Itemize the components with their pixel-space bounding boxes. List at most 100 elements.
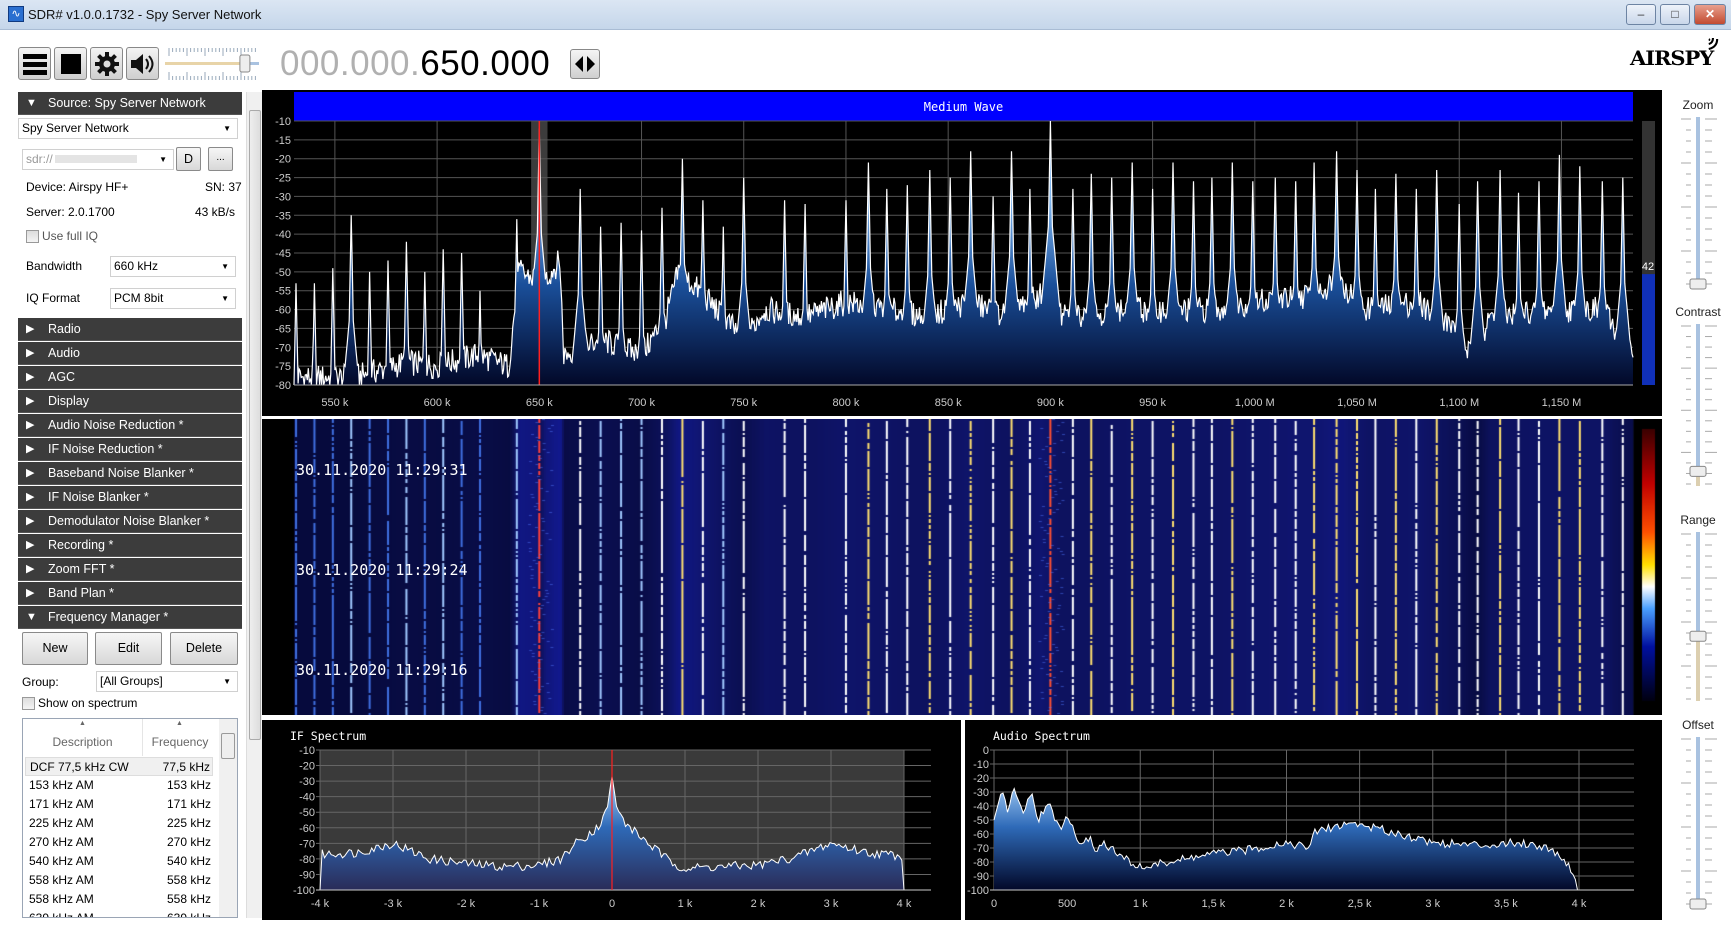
offset-slider-thumb[interactable] <box>1689 898 1707 910</box>
list-item[interactable]: 270 kHz AM 270 kHz <box>25 833 213 852</box>
list-item[interactable]: 558 kHz AM 558 kHz <box>25 890 213 909</box>
stop-icon <box>60 53 81 74</box>
more-button[interactable]: ... <box>208 147 233 171</box>
panel-baseband-noise-blanker[interactable]: ▶ Baseband Noise Blanker * <box>18 462 242 485</box>
menu-button[interactable] <box>18 47 51 80</box>
contrast-slider[interactable] <box>1665 320 1731 490</box>
spectrum-analyzer[interactable]: Medium Wave -10 -15 -20 -25 -30 -35 -40 -45 -50 -5… <box>262 90 1662 416</box>
list-item[interactable]: 558 kHz AM 558 kHz <box>25 871 213 890</box>
list-item[interactable]: 540 kHz AM 540 kHz <box>25 852 213 871</box>
delete-button[interactable]: Delete <box>170 632 238 665</box>
list-item[interactable]: 153 kHz AM 153 kHz <box>25 776 213 795</box>
y-tick-label: -70 <box>275 342 291 354</box>
panel-audio-noise-reduction[interactable]: ▶ Audio Noise Reduction * <box>18 414 242 437</box>
range-slider[interactable] <box>1665 528 1731 705</box>
panel-recording[interactable]: ▶ Recording * <box>18 534 242 557</box>
panel-band-plan[interactable]: ▶ Band Plan * <box>18 582 242 605</box>
audio-button[interactable] <box>126 47 159 80</box>
zoom-slider[interactable] <box>1665 113 1731 290</box>
frequency-digits[interactable]: 650.000 <box>420 44 550 83</box>
x-tick-label: 4 k <box>1572 898 1587 910</box>
x-tick-label: 600 k <box>424 397 451 409</box>
chevron-down-icon: ▼ <box>221 262 229 271</box>
x-tick-label: 2,5 k <box>1348 898 1372 910</box>
offset-label: Offset <box>1682 718 1714 732</box>
x-tick-label: -2 k <box>457 898 476 910</box>
server-uri-dropdown[interactable]: sdr://▼ <box>22 149 174 170</box>
x-tick-label: 3,5 k <box>1494 898 1518 910</box>
panel-zoom-fft[interactable]: ▶ Zoom FFT * <box>18 558 242 581</box>
frequency-display[interactable]: 000.000.650.000 <box>280 44 550 84</box>
panel-if-noise-reduction[interactable]: ▶ IF Noise Reduction * <box>18 438 242 461</box>
close-button[interactable]: ✕ <box>1694 4 1726 25</box>
title-bar: ∿ SDR# v1.0.0.1732 - Spy Server Network … <box>0 0 1731 30</box>
panel-display[interactable]: ▶ Display <box>18 390 242 413</box>
volume-track <box>165 48 259 80</box>
audio-spectrum[interactable]: Audio Spectrum 0 -10 -20 -30 -40 -50 -60 -70 -80 -… <box>965 720 1662 920</box>
edit-button[interactable]: Edit <box>95 632 162 665</box>
frequency-leading-digits[interactable]: 000.000. <box>280 44 420 83</box>
stop-button[interactable] <box>54 47 87 80</box>
zoom-slider-thumb[interactable] <box>1689 278 1707 290</box>
panel-agc[interactable]: ▶ AGC <box>18 366 242 389</box>
contrast-slider-thumb[interactable] <box>1689 465 1707 477</box>
y-tick-label: -40 <box>299 792 315 804</box>
iq-format-dropdown[interactable]: PCM 8bit ▼ <box>110 288 236 309</box>
y-tick-label: -10 <box>299 745 315 757</box>
list-scrollbar-thumb[interactable] <box>221 733 235 759</box>
volume-slider[interactable] <box>163 46 263 82</box>
y-tick-label: -60 <box>299 823 315 835</box>
tuning-step-button[interactable] <box>570 49 600 79</box>
bandwidth-dropdown[interactable]: 660 kHz ▼ <box>110 256 236 277</box>
expand-triangle-icon: ▶ <box>26 347 35 359</box>
list-item[interactable]: 225 kHz AM 225 kHz <box>25 814 213 833</box>
y-tick-label: -65 <box>275 323 291 335</box>
collapse-triangle-icon: ▼ <box>26 611 37 623</box>
range-slider-thumb[interactable] <box>1689 630 1707 642</box>
show-on-spectrum-checkbox[interactable] <box>22 697 35 710</box>
connect-button[interactable]: D <box>176 147 201 171</box>
frequency-manager-header[interactable]: ▼ Frequency Manager * <box>18 606 242 629</box>
panel-scrollbar-thumb[interactable] <box>249 110 261 740</box>
minimize-button[interactable]: – <box>1626 4 1656 25</box>
new-button[interactable]: New <box>22 632 88 665</box>
panel-radio[interactable]: ▶ Radio <box>18 318 242 341</box>
y-tick-label: -30 <box>299 776 315 788</box>
y-tick-label: -45 <box>275 248 291 260</box>
expand-triangle-icon: ▶ <box>26 587 35 599</box>
column-header-frequency[interactable]: ▲ Frequency <box>143 719 217 756</box>
maximize-button[interactable]: □ <box>1660 4 1690 25</box>
if-spectrum[interactable]: IF Spectrum -10 -20 -30 -40 -50 -60 -70 -80 -90 -1… <box>262 720 961 920</box>
x-tick-label: 1,050 M <box>1337 397 1377 409</box>
panel-scrollbar[interactable] <box>246 92 262 918</box>
y-tick-label: -55 <box>275 286 291 298</box>
x-tick-label: 700 k <box>628 397 655 409</box>
list-item[interactable]: DCF 77,5 kHz CW 77,5 kHz <box>25 757 213 776</box>
group-dropdown[interactable]: [All Groups] ▼ <box>96 671 238 692</box>
column-header-description[interactable]: ▲ Description <box>23 719 143 756</box>
y-tick-label: -80 <box>275 380 291 392</box>
volume-thumb[interactable] <box>239 54 251 73</box>
gear-icon <box>94 51 119 76</box>
x-tick-label: 900 k <box>1037 397 1064 409</box>
source-header[interactable]: ▼ Source: Spy Server Network <box>18 92 242 115</box>
list-scrollbar[interactable] <box>219 719 237 917</box>
source-type-dropdown[interactable]: Spy Server Network ▼ <box>18 118 238 139</box>
expand-triangle-icon: ▶ <box>26 563 35 575</box>
chevron-down-icon: ▼ <box>223 677 231 686</box>
panel-if-noise-blanker[interactable]: ▶ IF Noise Blanker * <box>18 486 242 509</box>
panel-demodulator-noise-blanker[interactable]: ▶ Demodulator Noise Blanker * <box>18 510 242 533</box>
waterfall[interactable] <box>262 419 1662 715</box>
offset-slider[interactable] <box>1665 733 1731 910</box>
expand-triangle-icon: ▶ <box>26 371 35 383</box>
expand-triangle-icon: ▶ <box>26 395 35 407</box>
settings-button[interactable] <box>90 47 123 80</box>
expand-triangle-icon: ▶ <box>26 515 35 527</box>
panel-audio[interactable]: ▶ Audio <box>18 342 242 365</box>
list-item[interactable]: 639 kHz AM 639 kHz <box>25 909 213 917</box>
use-full-iq-checkbox[interactable] <box>26 230 39 243</box>
x-tick-label: 850 k <box>935 397 962 409</box>
x-tick-label: 0 <box>991 898 997 910</box>
list-item[interactable]: 171 kHz AM 171 kHz <box>25 795 213 814</box>
y-tick-label: -60 <box>275 305 291 317</box>
